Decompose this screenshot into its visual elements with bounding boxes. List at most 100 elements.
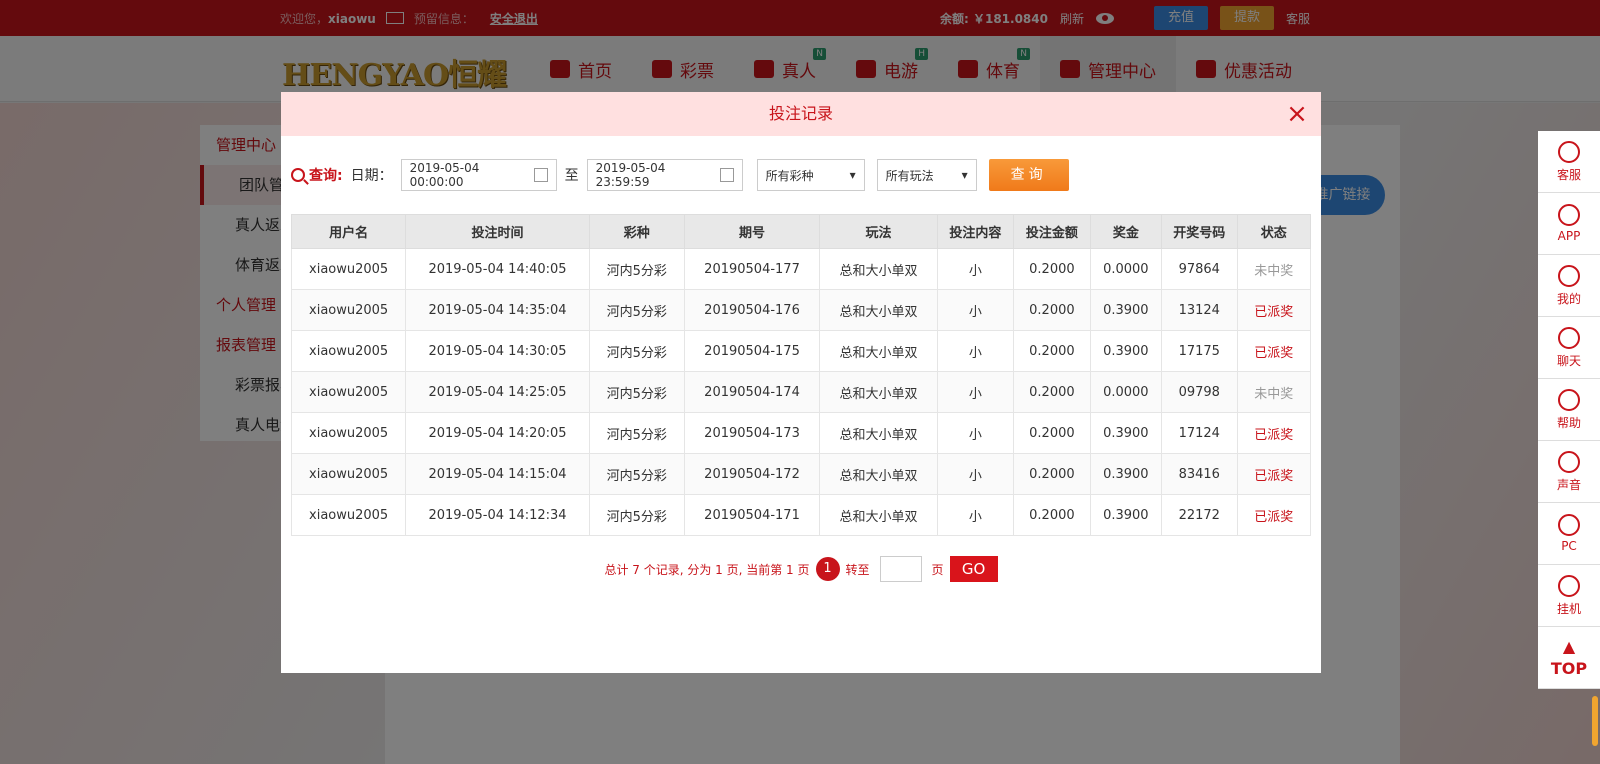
- date-from-input[interactable]: 2019-05-04 00:00:00: [400, 159, 557, 191]
- table-cell: 河内5分彩: [588, 412, 685, 454]
- table-cell: 总和大小单双: [819, 289, 938, 331]
- modal-title: 投注记录: [768, 104, 833, 123]
- dock-label: 客服: [1556, 167, 1581, 182]
- jump-to-label: 转至: [845, 562, 870, 577]
- dock-idle[interactable]: 挂机: [1538, 565, 1600, 627]
- go-button[interactable]: GO: [949, 556, 998, 582]
- query-label: 查询:: [309, 168, 343, 184]
- table-cell: 0.2000: [1013, 453, 1091, 495]
- table-cell: 2019-05-04 14:40:05: [405, 248, 590, 290]
- calendar-icon[interactable]: [533, 168, 548, 182]
- dock-label: 挂机: [1556, 601, 1581, 616]
- column-header: 投注时间: [405, 214, 590, 249]
- table-cell: xiaowu2005: [290, 494, 407, 536]
- dock-chat[interactable]: 聊天: [1538, 317, 1600, 379]
- table-cell: 13124: [1161, 289, 1238, 331]
- table-cell: 20190504-174: [683, 371, 821, 413]
- table-cell: 2019-05-04 14:25:05: [405, 371, 590, 413]
- dock-pc[interactable]: PC: [1538, 503, 1600, 565]
- table-cell: 0.0000: [1089, 371, 1163, 413]
- table-cell: 小: [936, 289, 1015, 331]
- date-from-value: 2019-05-04 00:00:00: [409, 161, 480, 189]
- dock-label: 帮助: [1556, 415, 1581, 430]
- column-header: 状态: [1236, 214, 1311, 249]
- table-cell: 0.3900: [1089, 330, 1163, 372]
- close-icon[interactable]: ×: [1285, 92, 1309, 136]
- table-cell: 小: [936, 494, 1015, 536]
- table-cell: 小: [936, 412, 1015, 454]
- table-cell: 0.2000: [1013, 248, 1091, 290]
- column-header: 开奖号码: [1161, 214, 1238, 249]
- calendar-icon[interactable]: [719, 168, 734, 182]
- column-header: 彩种: [588, 214, 685, 249]
- table-cell: 总和大小单双: [819, 371, 938, 413]
- page-unit-label: 页: [931, 562, 944, 577]
- table-cell: 小: [936, 453, 1015, 495]
- table-cell: 小: [936, 371, 1015, 413]
- table-row: xiaowu2005 2019-05-04 14:12:34 河内5分彩 201905…: [290, 494, 1311, 536]
- column-header: 玩法: [819, 214, 938, 249]
- scrollbar-thumb[interactable]: [1592, 696, 1598, 746]
- lottery-select[interactable]: 所有彩种 ▾: [756, 159, 865, 191]
- table-cell: 河内5分彩: [588, 494, 685, 536]
- arrow-up-icon: ▲: [1562, 637, 1576, 656]
- date-to-value: 2019-05-04 23:59:59: [595, 161, 666, 189]
- dock-label: PC: [1561, 539, 1577, 553]
- dock-label: 我的: [1556, 291, 1581, 306]
- status-cell: 已派奖: [1236, 289, 1311, 331]
- caret-down-icon: ▾: [849, 168, 856, 182]
- table-cell: 20190504-173: [683, 412, 821, 454]
- table-cell: xiaowu2005: [290, 248, 407, 290]
- table-cell: xiaowu2005: [290, 453, 407, 495]
- query-bar: 查询: 日期： 2019-05-04 00:00:00 至 2019-05-04…: [291, 159, 1069, 191]
- table-cell: 总和大小单双: [819, 330, 938, 372]
- table-cell: 河内5分彩: [588, 330, 685, 372]
- dock-top[interactable]: ▲ TOP: [1538, 627, 1600, 689]
- phone-icon: [1558, 204, 1580, 226]
- table-cell: 20190504-171: [683, 494, 821, 536]
- table-cell: 总和大小单双: [819, 453, 938, 495]
- table-cell: 河内5分彩: [588, 248, 685, 290]
- table-cell: 0.2000: [1013, 371, 1091, 413]
- table-row: xiaowu2005 2019-05-04 14:25:05 河内5分彩 201905…: [290, 371, 1311, 413]
- dock-help[interactable]: 帮助: [1538, 379, 1600, 441]
- table-cell: 0.3900: [1089, 289, 1163, 331]
- dock-app[interactable]: APP: [1538, 193, 1600, 255]
- table-cell: 83416: [1161, 453, 1238, 495]
- table-cell: 2019-05-04 14:20:05: [405, 412, 590, 454]
- table-cell: 09798: [1161, 371, 1238, 413]
- table-cell: xiaowu2005: [290, 289, 407, 331]
- table-cell: 0.3900: [1089, 494, 1163, 536]
- pagination: 总计 7 个记录, 分为 1 页, 当前第 1 页 1 转至 页 GO: [281, 556, 1321, 582]
- date-label: 日期：: [350, 168, 393, 184]
- table-row: xiaowu2005 2019-05-04 14:35:04 河内5分彩 201905…: [290, 289, 1311, 331]
- search-icon: [291, 168, 305, 182]
- query-button[interactable]: 查询: [988, 159, 1069, 191]
- dock-label: 声音: [1556, 477, 1581, 492]
- dock-service[interactable]: 客服: [1538, 131, 1600, 193]
- play-select[interactable]: 所有玩法 ▾: [876, 159, 977, 191]
- page-jump-input[interactable]: [879, 556, 922, 582]
- table-cell: 河内5分彩: [588, 289, 685, 331]
- user-icon: [1558, 264, 1580, 287]
- table-cell: 20190504-175: [683, 330, 821, 372]
- status-cell: 已派奖: [1236, 330, 1311, 372]
- table-cell: xiaowu2005: [290, 412, 407, 454]
- table-cell: 总和大小单双: [819, 494, 938, 536]
- right-dock: 客服 APP 我的 聊天 帮助 声音 PC 挂机 ▲ TOP: [1538, 131, 1600, 689]
- dock-sound[interactable]: 声音: [1538, 441, 1600, 503]
- column-header: 投注内容: [936, 214, 1015, 249]
- status-cell: 已派奖: [1236, 453, 1311, 495]
- dock-mine[interactable]: 我的: [1538, 255, 1600, 317]
- date-to-input[interactable]: 2019-05-04 23:59:59: [586, 159, 743, 191]
- table-row: xiaowu2005 2019-05-04 14:20:05 河内5分彩 201905…: [290, 412, 1311, 454]
- column-header: 投注金额: [1013, 214, 1091, 249]
- table-cell: 20190504-172: [683, 453, 821, 495]
- table-cell: 总和大小单双: [819, 248, 938, 290]
- column-header: 用户名: [290, 214, 407, 249]
- table-cell: 22172: [1161, 494, 1238, 536]
- page-number[interactable]: 1: [815, 557, 840, 581]
- table-cell: 0.2000: [1013, 289, 1091, 331]
- status-cell: 已派奖: [1236, 494, 1311, 536]
- caret-down-icon: ▾: [961, 168, 968, 182]
